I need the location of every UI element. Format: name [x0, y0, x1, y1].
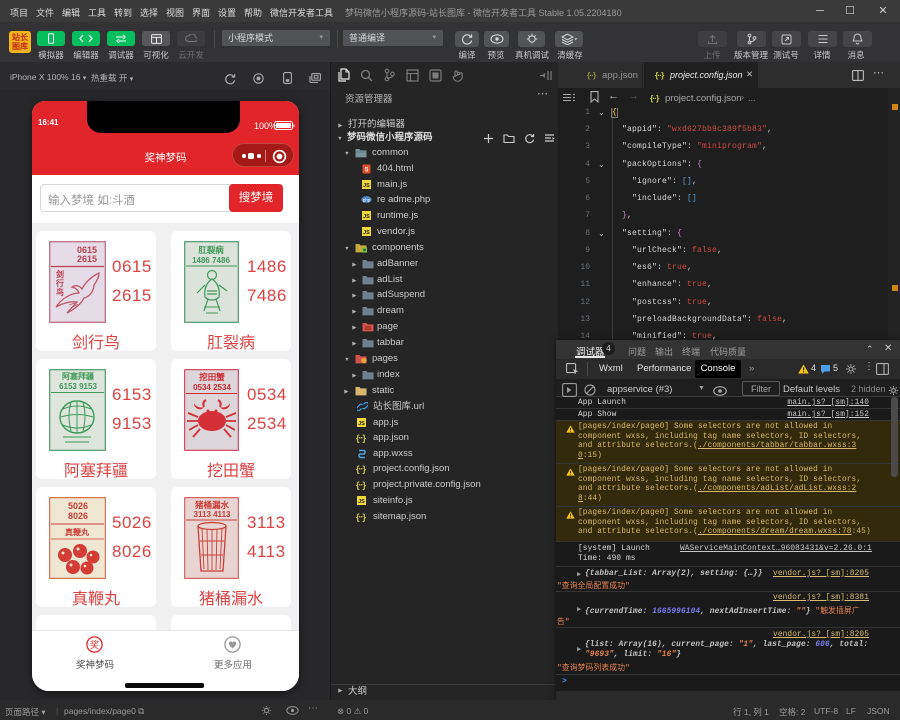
svg-text:php: php [363, 197, 371, 202]
svg-text:JS: JS [358, 499, 365, 505]
svg-text:JS: JS [358, 421, 365, 427]
svg-text:6153 9153: 6153 9153 [59, 382, 97, 391]
svg-text:真鞭丸: 真鞭丸 [65, 527, 90, 537]
svg-text:挖田蟹: 挖田蟹 [199, 372, 225, 382]
svg-text:奖: 奖 [90, 639, 99, 650]
svg-text:1486 7486: 1486 7486 [192, 256, 230, 265]
svg-text:5026: 5026 [68, 501, 88, 511]
svg-text:0534 2534: 0534 2534 [193, 383, 231, 392]
svg-text:肛裂病: 肛裂病 [198, 245, 224, 255]
svg-text:行: 行 [55, 278, 64, 288]
svg-text:剑: 剑 [55, 269, 64, 279]
svg-text:阿塞拜疆: 阿塞拜疆 [62, 371, 94, 381]
svg-text:鸟: 鸟 [56, 287, 64, 297]
svg-text:JS: JS [363, 214, 370, 220]
svg-text:JS: JS [363, 230, 370, 236]
svg-text:5: 5 [365, 167, 369, 174]
svg-text:猪桶漏水: 猪桶漏水 [194, 500, 230, 510]
svg-text:JS: JS [363, 183, 370, 189]
svg-text:2615: 2615 [77, 254, 97, 264]
svg-text:8026: 8026 [68, 511, 88, 521]
svg-text:3113 4113: 3113 4113 [194, 510, 231, 519]
